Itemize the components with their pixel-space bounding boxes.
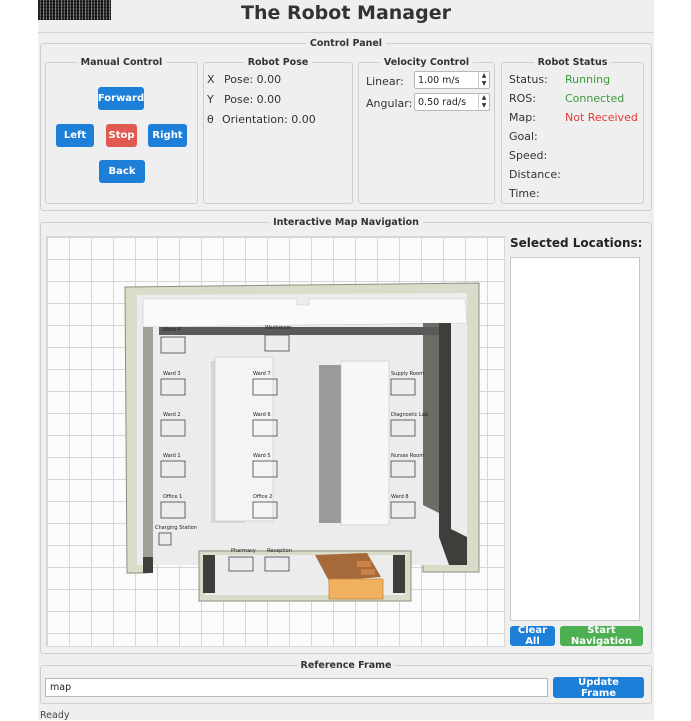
ros-value: Connected [565,92,625,105]
map-navigation-title: Interactive Map Navigation [273,217,419,228]
speed-label: Speed: [509,149,548,162]
pose-x-prefix: X [207,73,215,86]
map-canvas[interactable]: Ward 4 Washroom Ward 3 Ward 7 Supply Roo… [46,236,505,647]
linear-label: Linear: [366,75,404,88]
robot-pose-title: Robot Pose [247,57,309,68]
room-label-ward4[interactable]: Ward 4 [163,327,181,333]
spin-up-icon[interactable]: ▲ [479,94,489,102]
pose-x-value: Pose: 0.00 [224,73,282,86]
linear-velocity-spinbox[interactable]: ▲▼ [414,71,490,89]
room-label-reception[interactable]: Reception [267,548,292,554]
linear-spin-arrows[interactable]: ▲ ▼ [478,72,489,88]
room-label-ward3[interactable]: Ward 3 [163,371,181,377]
spin-down-icon[interactable]: ▼ [479,80,489,88]
angular-velocity-input[interactable] [415,94,475,110]
header-divider [38,32,654,33]
robot-status-title: Robot Status [537,57,608,68]
room-label-charging-station[interactable]: Charging Station [155,525,197,531]
update-frame-button[interactable]: Update Frame [553,677,644,699]
room-label-nurses-room[interactable]: Nurses Room [391,453,424,459]
room-label-pharmacy[interactable]: Pharmacy [231,548,256,554]
distance-label: Distance: [509,168,561,181]
pose-y-prefix: Y [207,93,214,106]
angular-spin-arrows[interactable]: ▲ ▼ [478,94,489,110]
app-window: The Robot Manager Control Panel Manual C… [38,0,654,721]
selected-locations-title: Selected Locations: [510,236,643,250]
status-label: Status: [509,73,548,86]
ros-label: ROS: [509,92,536,105]
selected-locations-list[interactable] [510,257,640,621]
left-button[interactable]: Left [56,124,94,147]
start-navigation-button[interactable]: Start Navigation [560,625,643,647]
control-panel-title: Control Panel [309,38,383,49]
room-label-ward7[interactable]: Ward 7 [253,371,271,377]
room-label-ward6[interactable]: Ward 6 [253,412,271,418]
app-title: The Robot Manager [241,2,451,24]
room-label-supply-room[interactable]: Supply Room [391,371,424,377]
map-value: Not Received [565,111,638,124]
manual-control-title: Manual Control [80,57,163,68]
room-label-washroom[interactable]: Washroom [265,325,291,331]
velocity-control-title: Velocity Control [383,57,470,68]
back-button[interactable]: Back [99,160,145,183]
pose-theta-prefix: θ [207,113,214,126]
right-button[interactable]: Right [148,124,187,147]
hospital-map[interactable] [47,237,505,647]
angular-velocity-spinbox[interactable]: ▲▼ [414,93,490,111]
stop-button[interactable]: Stop [106,124,137,147]
forward-button[interactable]: Forward [98,87,144,110]
room-label-office1[interactable]: Office 1 [163,494,182,500]
room-label-ward1[interactable]: Ward 1 [163,453,181,459]
spin-up-icon[interactable]: ▲ [479,72,489,80]
status-value: Running [565,73,611,86]
room-label-ward2[interactable]: Ward 2 [163,412,181,418]
status-bar: Ready [40,710,70,721]
goal-label: Goal: [509,130,538,143]
room-label-diagnostic-lab[interactable]: Diagnostic Lab [391,412,428,418]
reference-frame-input[interactable] [45,678,548,697]
angular-label: Angular: [366,97,413,110]
pose-theta-value: Orientation: 0.00 [222,113,316,126]
clear-all-button[interactable]: Clear All [510,625,555,647]
pose-y-value: Pose: 0.00 [224,93,282,106]
linear-velocity-input[interactable] [415,72,475,88]
room-label-ward8[interactable]: Ward 8 [391,494,409,500]
spin-down-icon[interactable]: ▼ [479,102,489,110]
room-label-ward5[interactable]: Ward 5 [253,453,271,459]
reference-frame-title: Reference Frame [300,660,392,671]
room-label-office2[interactable]: Office 2 [253,494,272,500]
time-label: Time: [509,187,540,200]
map-label: Map: [509,111,536,124]
